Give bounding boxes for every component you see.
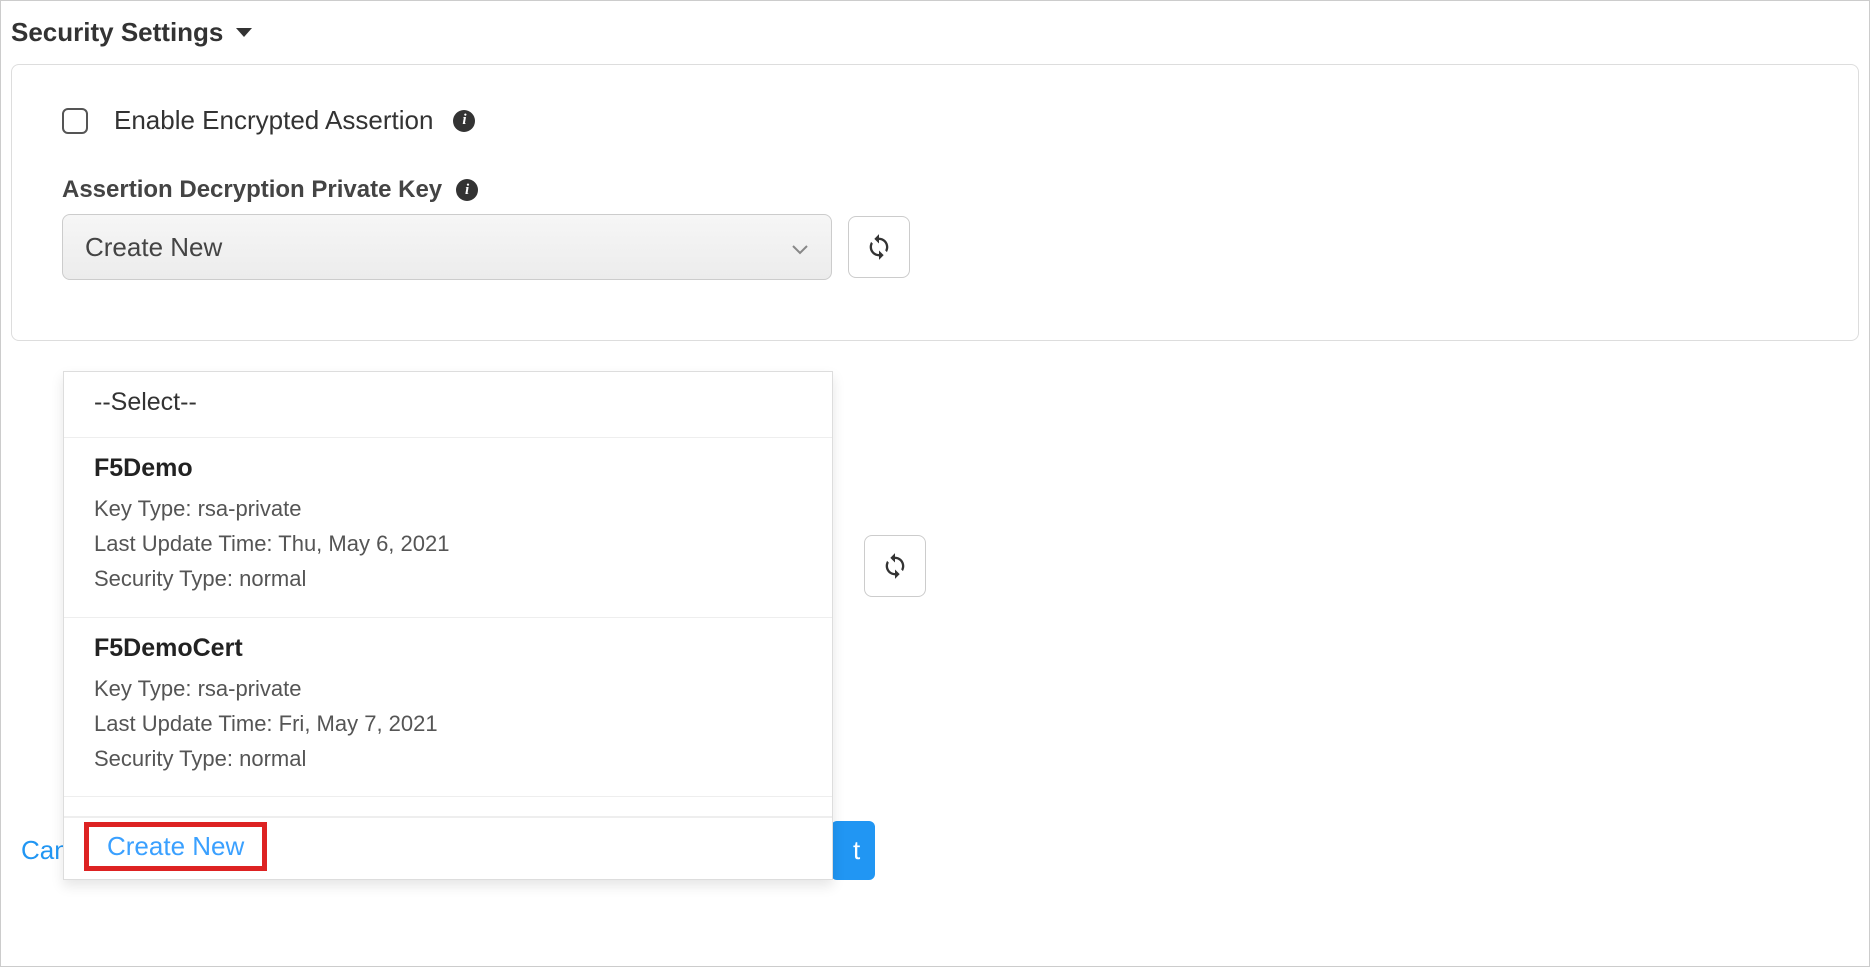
section-title: Security Settings	[11, 17, 223, 48]
dropdown-scroll[interactable]: --Select-- F5Demo Key Type: rsa-private …	[64, 372, 832, 817]
dropdown-option-placeholder[interactable]: --Select--	[64, 372, 832, 438]
private-key-dropdown: --Select-- F5Demo Key Type: rsa-private …	[63, 371, 833, 880]
dropdown-option-f5demo[interactable]: F5Demo Key Type: rsa-private Last Update…	[64, 438, 832, 618]
footer-bg	[1, 876, 1869, 966]
caret-down-icon	[235, 27, 253, 39]
dropdown-option-cutoff[interactable]	[64, 797, 832, 817]
option-title: F5DemoCert	[94, 634, 802, 663]
create-new-link[interactable]: Create New	[107, 831, 244, 861]
enable-encrypted-assertion-label: Enable Encrypted Assertion	[114, 105, 433, 136]
info-icon[interactable]: i	[453, 110, 475, 132]
chevron-down-icon	[791, 232, 809, 263]
private-key-selected-value: Create New	[85, 232, 222, 263]
private-key-label: Assertion Decryption Private Key	[62, 176, 442, 204]
create-new-highlight: Create New	[84, 822, 267, 871]
security-settings-panel: Enable Encrypted Assertion i Assertion D…	[11, 64, 1859, 341]
security-settings-header[interactable]: Security Settings	[1, 1, 1869, 58]
info-icon[interactable]: i	[456, 179, 478, 201]
option-title: F5Demo	[94, 454, 802, 483]
next-button[interactable]: t	[831, 821, 875, 880]
refresh-button[interactable]	[848, 216, 910, 278]
refresh-button-2[interactable]	[864, 535, 926, 597]
dropdown-option-f5democert[interactable]: F5DemoCert Key Type: rsa-private Last Up…	[64, 618, 832, 798]
enable-encrypted-assertion-checkbox[interactable]	[62, 108, 88, 134]
private-key-select[interactable]: Create New	[62, 214, 832, 280]
